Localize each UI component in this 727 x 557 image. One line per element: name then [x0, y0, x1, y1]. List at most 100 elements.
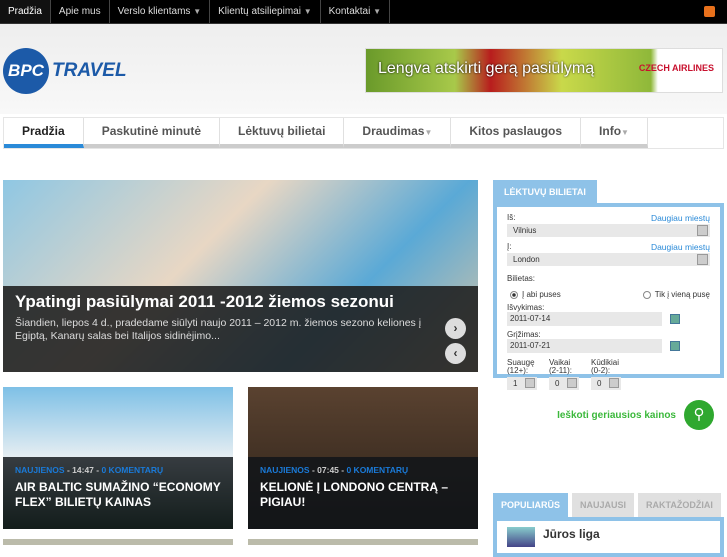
round-trip-radio[interactable]: Į abi puses: [510, 290, 561, 299]
nav-lektuvu-bilietai[interactable]: Lėktuvų bilietai: [220, 118, 345, 148]
oneway-label: Tik į vieną pusę: [654, 290, 710, 299]
label: Klientų atsiliepimai: [218, 6, 301, 17]
news-category[interactable]: NAUJIENOS: [260, 465, 310, 475]
topnav-klientu-atsiliepimai[interactable]: Klientų atsiliepimai ▼: [210, 0, 321, 23]
sidebar-tabs: POPULIARŪS NAUJAUSI RAKTAŽODŽIAI: [493, 493, 721, 517]
news-time: 07:45: [317, 465, 339, 475]
infants-select[interactable]: 0: [591, 377, 621, 390]
slider-title[interactable]: Ypatingi pasiūlymai 2011 -2012 žiemos se…: [15, 293, 415, 310]
adults-select[interactable]: 1: [507, 377, 537, 390]
top-nav: Pradžia Apie mus Verslo klientams ▼ Klie…: [0, 0, 727, 24]
ad-banner[interactable]: Lengva atskirti gerą pasiūlymą CZECH AIR…: [365, 48, 723, 93]
to-select[interactable]: London: [507, 253, 710, 266]
depart-date-input[interactable]: 2011-07-14: [507, 312, 662, 326]
nav-pradzia[interactable]: Pradžia: [4, 118, 84, 148]
topnav-apie-mus[interactable]: Apie mus: [51, 0, 110, 23]
news-title[interactable]: KELIONĖ Į LONDONO CENTRĄ – PIGIAU!: [260, 480, 466, 510]
radio-icon: [642, 290, 651, 299]
news-title[interactable]: AIR BALTIC SUMAŽINO “ECONOMY FLEX” BILIE…: [15, 480, 221, 510]
booking-widget: LĖKTUVŲ BILIETAI Iš: Daugiau miestų Vilni…: [493, 180, 724, 430]
adults-value: 1: [513, 379, 518, 388]
radio-checked-icon: [510, 290, 518, 299]
from-label: Iš:: [507, 213, 516, 222]
calendar-icon[interactable]: [670, 313, 680, 324]
tab-populiarus[interactable]: POPULIARŪS: [493, 493, 569, 517]
more-cities-link[interactable]: Daugiau miestų: [651, 242, 710, 252]
news-comments[interactable]: 0 KOMENTARŲ: [346, 465, 408, 475]
chevron-down-icon: ▼: [373, 7, 382, 16]
children-label: Vaikai (2-11):: [549, 358, 572, 375]
news-caption: NAUJIENOS - 14:47 - 0 KOMENTARŲ AIR BALT…: [3, 457, 233, 529]
news-meta: NAUJIENOS - 14:47 - 0 KOMENTARŲ: [15, 465, 164, 475]
booking-tab[interactable]: LĖKTUVŲ BILIETAI: [493, 180, 597, 203]
nav-info[interactable]: Info▼: [581, 118, 648, 148]
calendar-icon[interactable]: [670, 340, 680, 351]
thumbnail[interactable]: [507, 527, 535, 547]
news-card[interactable]: NAUJIENOS - 14:47 - 0 KOMENTARŲ AIR BALT…: [3, 387, 233, 529]
tab-raktazodziai[interactable]: RAKTAŽODŽIAI: [638, 493, 721, 517]
from-value: Vilnius: [513, 226, 537, 235]
topnav-kontaktai[interactable]: Kontaktai ▼: [321, 0, 391, 23]
chevron-down-icon: [609, 378, 619, 388]
prev-arrow-icon[interactable]: ‹: [445, 343, 466, 364]
topnav-pradzia[interactable]: Pradžia: [0, 0, 51, 23]
round-label: Į abi puses: [522, 290, 561, 299]
popular-list: Jūros liga: [493, 517, 724, 557]
children-value: 0: [555, 379, 560, 388]
news-card-partial[interactable]: [248, 539, 478, 545]
from-select[interactable]: Vilnius: [507, 224, 710, 237]
to-label: Į:: [507, 242, 512, 251]
news-card[interactable]: NAUJIENOS - 07:45 - 0 KOMENTARŲ KELIONĖ …: [248, 387, 478, 529]
chevron-down-icon: [697, 225, 708, 236]
ticket-label: Bilietas:: [507, 274, 536, 283]
banner-brand: CZECH AIRLINES: [638, 63, 714, 73]
news-time: 14:47: [72, 465, 94, 475]
chevron-down-icon: [567, 378, 577, 388]
search-button[interactable]: Ieškoti geriausios kainos ⚲: [557, 400, 714, 430]
logo[interactable]: BPC TRAVEL: [3, 48, 127, 94]
chevron-down-icon: ▼: [303, 7, 312, 16]
label: Verslo klientams: [117, 6, 191, 17]
main-nav: Pradžia Paskutinė minutė Lėktuvų bilieta…: [3, 117, 724, 149]
popular-title[interactable]: Jūros liga: [543, 527, 600, 547]
nav-draudimas[interactable]: Draudimas▼: [344, 118, 452, 148]
depart-label: Išvykimas:: [507, 303, 545, 312]
booking-form: Iš: Daugiau miestų Vilnius Į: Daugiau mies…: [493, 203, 724, 390]
passengers: Suaugę (12+): 1 Vaikai (2-11): 0 Kūdikiai …: [507, 359, 710, 390]
news-comments[interactable]: 0 KOMENTARŲ: [101, 465, 163, 475]
news-category[interactable]: NAUJIENOS: [15, 465, 65, 475]
to-value: London: [513, 255, 540, 264]
return-date-input[interactable]: 2011-07-21: [507, 339, 662, 353]
nav-kitos-paslaugos[interactable]: Kitos paslaugos: [451, 118, 582, 148]
label: Info: [599, 124, 622, 138]
search-icon: ⚲: [684, 400, 714, 430]
more-cities-link[interactable]: Daugiau miestų: [651, 213, 710, 223]
adults-label: Suaugę (12+):: [507, 358, 535, 375]
chevron-down-icon: ▼: [621, 128, 629, 137]
news-meta: NAUJIENOS - 07:45 - 0 KOMENTARŲ: [260, 465, 409, 475]
infants-value: 0: [597, 379, 602, 388]
chevron-down-icon: ▼: [424, 128, 433, 137]
rss-icon[interactable]: [704, 6, 715, 17]
return-label: Grįžimas:: [507, 330, 541, 339]
chevron-down-icon: ▼: [193, 7, 202, 16]
nav-paskutine-minute[interactable]: Paskutinė minutė: [83, 118, 221, 148]
label: Draudimas: [362, 124, 425, 138]
chevron-down-icon: [525, 378, 535, 388]
featured-slider[interactable]: Ypatingi pasiūlymai 2011 -2012 žiemos se…: [3, 180, 478, 372]
news-card-partial[interactable]: [3, 539, 233, 545]
banner-text: Lengva atskirti gerą pasiūlymą: [378, 60, 595, 77]
topnav-verslo-klientams[interactable]: Verslo klientams ▼: [110, 0, 211, 23]
one-way-radio[interactable]: Tik į vieną pusę: [642, 290, 710, 299]
news-caption: NAUJIENOS - 07:45 - 0 KOMENTARŲ KELIONĖ …: [248, 457, 478, 529]
infants-label: Kūdikiai (0-2):: [591, 358, 620, 375]
logo-circle: BPC: [3, 48, 49, 94]
search-label: Ieškoti geriausios kainos: [557, 409, 676, 421]
slider-text: Šiandien, liepos 4 d., pradedame siūlyti…: [15, 317, 422, 342]
label: Kontaktai: [328, 6, 371, 17]
chevron-down-icon: [697, 254, 708, 265]
tab-naujausi[interactable]: NAUJAUSI: [572, 493, 635, 517]
logo-text: TRAVEL: [52, 60, 127, 81]
next-arrow-icon[interactable]: ›: [445, 318, 466, 339]
children-select[interactable]: 0: [549, 377, 579, 390]
